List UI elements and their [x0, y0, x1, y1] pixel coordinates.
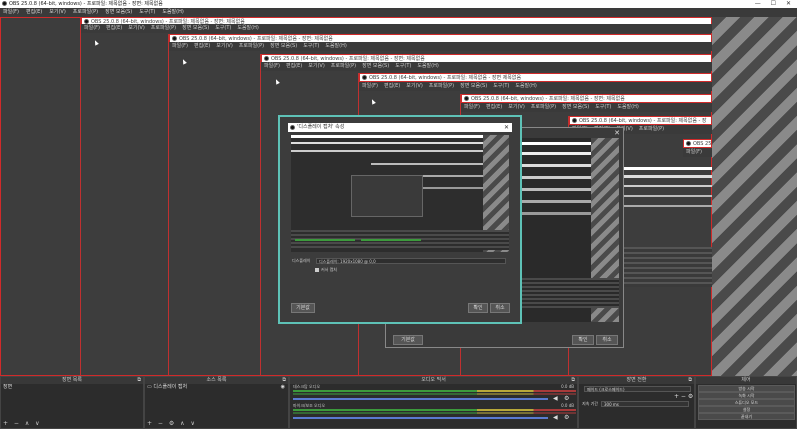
- obs-logo-icon: [2, 1, 7, 6]
- menu-scene-collection[interactable]: 장면 모음(S): [105, 9, 132, 15]
- mixer-track-2-label: 마이크/보조 오디오 0.0 dB: [293, 403, 574, 408]
- source-item[interactable]: ▭ 디스플레이 캡처 ◉: [145, 384, 288, 391]
- nested-menubar-4: 파일(F) 편집(E) 보기(V) 프로파일(P) 장면 모음(S) 도구(T) 도움말(H…: [359, 82, 712, 91]
- nested-titlebar-4: OBS 25.0.8 (64-bit, windows) - 프로파일: 제목없…: [359, 73, 712, 82]
- add-remove-gear-icon[interactable]: + − ⚙: [674, 393, 693, 400]
- obs-logo-icon: [362, 75, 367, 80]
- nested-titlebar-7: OBS 25.: [683, 139, 713, 148]
- undock-icon[interactable]: ⧉: [571, 377, 575, 384]
- scenes-footer-buttons[interactable]: + − ∧ ∨: [3, 420, 42, 427]
- checkbox-checked-icon[interactable]: [315, 268, 319, 272]
- dialog-titlebar: '디스플레이 캡처' 속성 ✕: [288, 123, 512, 132]
- duration-label: 지속 기간: [582, 401, 598, 406]
- close-icon[interactable]: ✕: [614, 129, 620, 137]
- mixer-track-1-meter: [293, 390, 576, 392]
- capture-cursor-label: 커서 캡처: [321, 267, 337, 272]
- recursion-bar: [622, 205, 712, 207]
- nested-menubar-1: 파일(F) 편집(E) 보기(V) 프로파일(P) 장면 모음(S) 도구(T) 도움말(H…: [81, 24, 712, 33]
- undock-icon[interactable]: ⧉: [137, 377, 141, 384]
- recursion-bar: [622, 175, 712, 178]
- start-recording-button[interactable]: 녹화 시작: [698, 392, 795, 399]
- sources-dock: 소스 목록 ⧉ ▭ 디스플레이 캡처 ◉ + − ⚙ ∧ ∨: [144, 376, 289, 429]
- obs-logo-icon: [686, 141, 691, 146]
- display-label: 디스플레이: [292, 258, 311, 263]
- recursion-bar: [622, 185, 712, 187]
- capture-cursor-checkbox[interactable]: 커서 캡처: [315, 267, 337, 273]
- menubar: 파일(F) 편집(E) 보기(V) 프로파일(P) 장면 모음(S) 도구(T) 도움말(H…: [0, 8, 797, 17]
- nest-line-1: [80, 17, 81, 376]
- sources-dock-header: 소스 목록 ⧉: [145, 377, 288, 384]
- monitor-icon: ▭: [147, 384, 152, 390]
- scene-item[interactable]: 장면: [1, 384, 143, 391]
- scenes-dock: 장면 목록 ⧉ 장면 + − ∧ ∨: [0, 376, 144, 429]
- visibility-eye-icon[interactable]: ◉: [281, 384, 285, 391]
- gear-icon[interactable]: ⚙: [564, 414, 569, 421]
- dialog-title: '디스플레이 캡처' 속성: [297, 124, 345, 130]
- window-titlebar: OBS 25.0.8 (64-bit, windows) - 프로파일: 제목없…: [0, 0, 797, 8]
- exit-button[interactable]: 끝내기: [698, 413, 795, 420]
- obs-logo-icon: [264, 56, 269, 61]
- nested-menubar-2: 파일(F) 편집(E) 보기(V) 프로파일(P) 장면 모음(S) 도구(T) 도움말(H…: [169, 42, 712, 51]
- display-select[interactable]: 디스플레이: 1920x1080 @ 0,0: [316, 258, 506, 264]
- studio-mode-button[interactable]: 스튜디오 모드: [698, 399, 795, 406]
- mixer-track-1-volume-slider[interactable]: [293, 398, 548, 400]
- nested-titlebar-5: OBS 25.0.8 (64-bit, windows) - 프로파일: 제목없…: [461, 94, 712, 103]
- obs-logo-icon: [464, 96, 469, 101]
- mixer-track-2-meter: [293, 409, 576, 411]
- nest-line-3: [260, 54, 261, 376]
- ok-button[interactable]: 확인: [572, 335, 594, 345]
- undock-icon[interactable]: ⧉: [282, 377, 286, 384]
- recursion-block: [622, 247, 712, 287]
- display-capture-properties-dialog: '디스플레이 캡처' 속성 ✕ 디스플레이 디스플레이: 1920x1080 @…: [278, 115, 522, 324]
- mixer-track-1-meter-r: [293, 393, 576, 395]
- window-controls[interactable]: — ☐ ✕: [755, 0, 795, 8]
- recursion-bar: [622, 167, 712, 170]
- transition-select[interactable]: 페이드 (크로스페이드): [584, 386, 691, 392]
- menu-tools[interactable]: 도구(T): [139, 9, 155, 15]
- obs-logo-icon: [290, 125, 295, 130]
- transitions-dock: 장면 전환 ⧉ 페이드 (크로스페이드) + − ⚙ 지속 기간 300 ms: [578, 376, 695, 429]
- ok-button[interactable]: 확인: [468, 303, 488, 313]
- obs-logo-icon: [172, 36, 177, 41]
- recursion-bar: [622, 195, 712, 197]
- nested-menubar-7: 파일(F): [683, 148, 712, 157]
- cancel-button[interactable]: 취소: [490, 303, 510, 313]
- preview-striped-area: [712, 17, 797, 376]
- nested-menubar-3: 파일(F) 편집(E) 보기(V) 프로파일(P) 장면 모음(S) 도구(T) 도움말(H…: [261, 62, 712, 71]
- speaker-icon[interactable]: ◀: [553, 395, 558, 402]
- mixer-track-2-volume-slider[interactable]: [293, 417, 548, 419]
- obs-logo-icon: [572, 118, 577, 123]
- display-row: 디스플레이 디스플레이: 1920x1080 @ 0,0: [292, 258, 508, 264]
- menu-view[interactable]: 보기(V): [49, 9, 66, 15]
- audio-mixer-header: 오디오 믹서 ⧉: [290, 377, 577, 384]
- dialog-preview: [291, 135, 509, 252]
- scenes-dock-header: 장면 목록 ⧉: [1, 377, 143, 384]
- nest-line-2: [168, 34, 169, 376]
- sources-footer-buttons[interactable]: + − ⚙ ∧ ∨: [147, 420, 197, 427]
- controls-header: 제어: [696, 377, 796, 384]
- settings-button[interactable]: 설정: [698, 406, 795, 413]
- close-icon[interactable]: ✕: [504, 123, 509, 132]
- nested-titlebar-6: OBS 25.0.8 (64-bit, windows) - 프로파일: 제목없…: [569, 116, 712, 125]
- nested-menubar-5: 파일(F) 편집(E) 보기(V) 프로파일(P) 장면 모음(S) 도구(T) 도움말(H…: [461, 103, 712, 112]
- cancel-button[interactable]: 취소: [596, 335, 618, 345]
- window-title: OBS 25.0.8 (64-bit, windows) - 프로파일: 제목없…: [9, 1, 163, 7]
- menu-edit[interactable]: 편집(E): [26, 9, 42, 15]
- defaults-button[interactable]: 기본값: [291, 303, 315, 313]
- menu-file[interactable]: 파일(F): [3, 9, 19, 15]
- transitions-header: 장면 전환 ⧉: [579, 377, 694, 384]
- speaker-icon[interactable]: ◀: [553, 414, 558, 421]
- controls-dock: 제어 방송 시작 녹화 시작 스튜디오 모드 설정 끝내기: [695, 376, 797, 429]
- menu-profile[interactable]: 프로파일(P): [73, 9, 98, 15]
- menu-help[interactable]: 도움말(H): [162, 9, 183, 15]
- audio-mixer-dock: 오디오 믹서 ⧉ 데스크탑 오디오 0.0 dB ◀ ⚙ 마이크/보조 오디오 0.0…: [289, 376, 578, 429]
- defaults-button[interactable]: 기본값: [393, 335, 423, 345]
- undock-icon[interactable]: ⧉: [688, 377, 692, 384]
- start-streaming-button[interactable]: 방송 시작: [698, 385, 795, 392]
- duration-input[interactable]: 300 ms: [601, 401, 689, 407]
- mixer-track-2-meter-r: [293, 412, 576, 414]
- gear-icon[interactable]: ⚙: [564, 395, 569, 402]
- mixer-track-1-label: 데스크탑 오디오 0.0 dB: [293, 384, 574, 389]
